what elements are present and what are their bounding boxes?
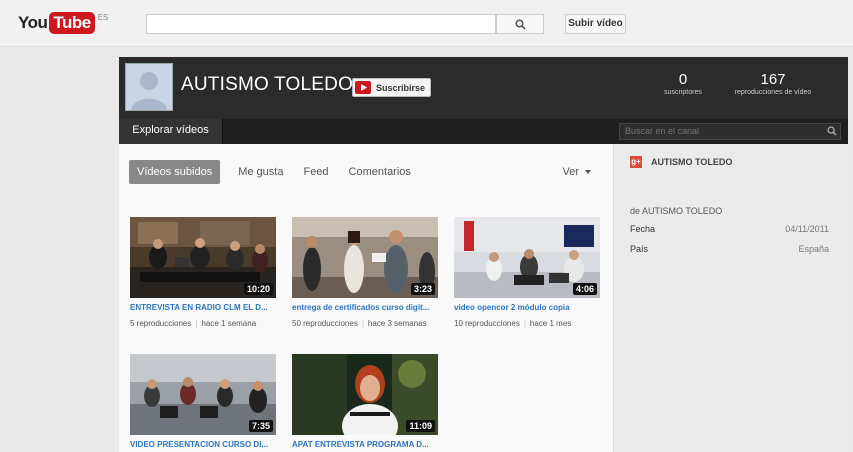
channel-nav: Explorar vídeos [119, 119, 848, 144]
video-views: 50 reproducciones [292, 319, 358, 328]
play-icon [355, 81, 371, 94]
sidebar-row-label: País [630, 244, 649, 254]
video-duration: 4:06 [572, 283, 597, 295]
tab-feed[interactable]: Feed [303, 166, 328, 178]
meta-separator: | [195, 319, 198, 328]
channel-search-input[interactable] [620, 124, 830, 139]
subscribers-label: suscriptores [664, 89, 702, 96]
sidebar-row-date: Fecha 04/11/2011 [630, 224, 829, 234]
video-thumbnail[interactable]: 10:20 [130, 217, 276, 298]
sidebar-from: de AUTISMO TOLEDO [630, 206, 723, 216]
video-title[interactable]: VIDEO PRESENTACION CURSO DI... [130, 440, 276, 449]
google-plus-icon[interactable]: g+ [630, 156, 642, 168]
channel-header: AUTISMO TOLEDO Suscribirse 0 suscriptore… [119, 57, 848, 119]
upload-video-button[interactable]: Subir vídeo [565, 14, 626, 34]
logo-region: ES [97, 13, 109, 22]
sidebar-row-value: España [798, 244, 829, 254]
video-thumbnail[interactable]: 11:09 [292, 354, 438, 435]
video-item[interactable]: 11:09 APAT ENTREVISTA PROGRAMA D... [292, 354, 438, 449]
video-title[interactable]: APAT ENTREVISTA PROGRAMA D... [292, 440, 438, 449]
search-icon[interactable] [827, 126, 837, 136]
sidebar-row-value: 04/11/2011 [785, 224, 829, 234]
video-duration: 11:09 [406, 420, 435, 432]
meta-separator: | [361, 319, 364, 328]
videos-panel: Vídeos subidos Me gusta Feed Comentarios… [119, 144, 613, 452]
video-item[interactable]: 7:35 VIDEO PRESENTACION CURSO DI... [130, 354, 276, 449]
video-duration: 3:23 [410, 283, 435, 295]
logo-you: You [18, 13, 48, 32]
video-age: hace 1 semana [201, 319, 257, 328]
video-thumbnail[interactable]: 7:35 [130, 354, 276, 435]
sidebar-channel-name[interactable]: AUTISMO TOLEDO [651, 157, 732, 167]
sidebar-row-country: País España [630, 244, 829, 254]
video-views: 5 reproducciones [130, 319, 192, 328]
view-label: Ver [562, 166, 579, 178]
views-stat: 167 reproducciones de vídeo [723, 72, 823, 97]
video-meta: 10 reproducciones | hace 1 mes [454, 319, 600, 328]
video-tabs: Vídeos subidos Me gusta Feed Comentarios [129, 159, 431, 185]
views-count: 167 [760, 71, 786, 88]
subscribe-label: Suscribirse [376, 82, 426, 93]
video-title[interactable]: entrega de certificados curso digit... [292, 303, 438, 312]
video-title[interactable]: ENTREVISTA EN RADIO CLM EL D... [130, 303, 276, 312]
youtube-logo[interactable]: You Tube ES [18, 12, 108, 34]
views-label: reproducciones de vídeo [734, 89, 812, 96]
tab-likes[interactable]: Me gusta [238, 166, 283, 178]
video-views: 10 reproducciones [454, 319, 520, 328]
tab-comments[interactable]: Comentarios [349, 166, 411, 178]
channel-info-sidebar: g+ AUTISMO TOLEDO de AUTISMO TOLEDO Fech… [613, 144, 849, 452]
video-item[interactable]: 10:20 ENTREVISTA EN RADIO CLM EL D... 5 … [130, 217, 276, 328]
search-input[interactable] [146, 14, 496, 34]
channel-title[interactable]: AUTISMO TOLEDO [181, 74, 353, 96]
search-icon [514, 18, 526, 30]
video-title[interactable]: video opencor 2 módulo copia [454, 303, 600, 312]
masthead: You Tube ES Subir vídeo [0, 0, 853, 47]
subscribers-count: 0 [678, 71, 688, 88]
subscribers-stat: 0 suscriptores [651, 72, 715, 97]
video-age: hace 3 semanas [367, 319, 427, 328]
video-thumbnail[interactable]: 3:23 [292, 217, 438, 298]
video-age: hace 1 mes [529, 319, 572, 328]
video-thumbnail[interactable]: 4:06 [454, 217, 600, 298]
explore-videos-tab[interactable]: Explorar vídeos [119, 119, 223, 144]
video-duration: 7:35 [248, 420, 273, 432]
video-meta: 5 reproducciones | hace 1 semana [130, 319, 276, 328]
video-item[interactable]: 3:23 entrega de certificados curso digit… [292, 217, 438, 328]
tab-uploaded[interactable]: Vídeos subidos [129, 160, 221, 184]
meta-separator: | [523, 319, 526, 328]
avatar[interactable] [125, 63, 173, 111]
sidebar-row-label: Fecha [630, 224, 656, 234]
logo-tube: Tube [49, 12, 95, 34]
subscribe-button[interactable]: Suscribirse [352, 78, 432, 97]
video-meta: 50 reproducciones | hace 3 semanas [292, 319, 438, 328]
channel-search[interactable] [619, 123, 841, 140]
chevron-down-icon [585, 170, 591, 175]
view-dropdown[interactable]: Ver [562, 166, 591, 178]
video-duration: 10:20 [243, 283, 273, 295]
default-user-icon [126, 64, 172, 110]
video-item[interactable]: 4:06 video opencor 2 módulo copia 10 rep… [454, 217, 600, 328]
search-button[interactable] [496, 14, 544, 34]
